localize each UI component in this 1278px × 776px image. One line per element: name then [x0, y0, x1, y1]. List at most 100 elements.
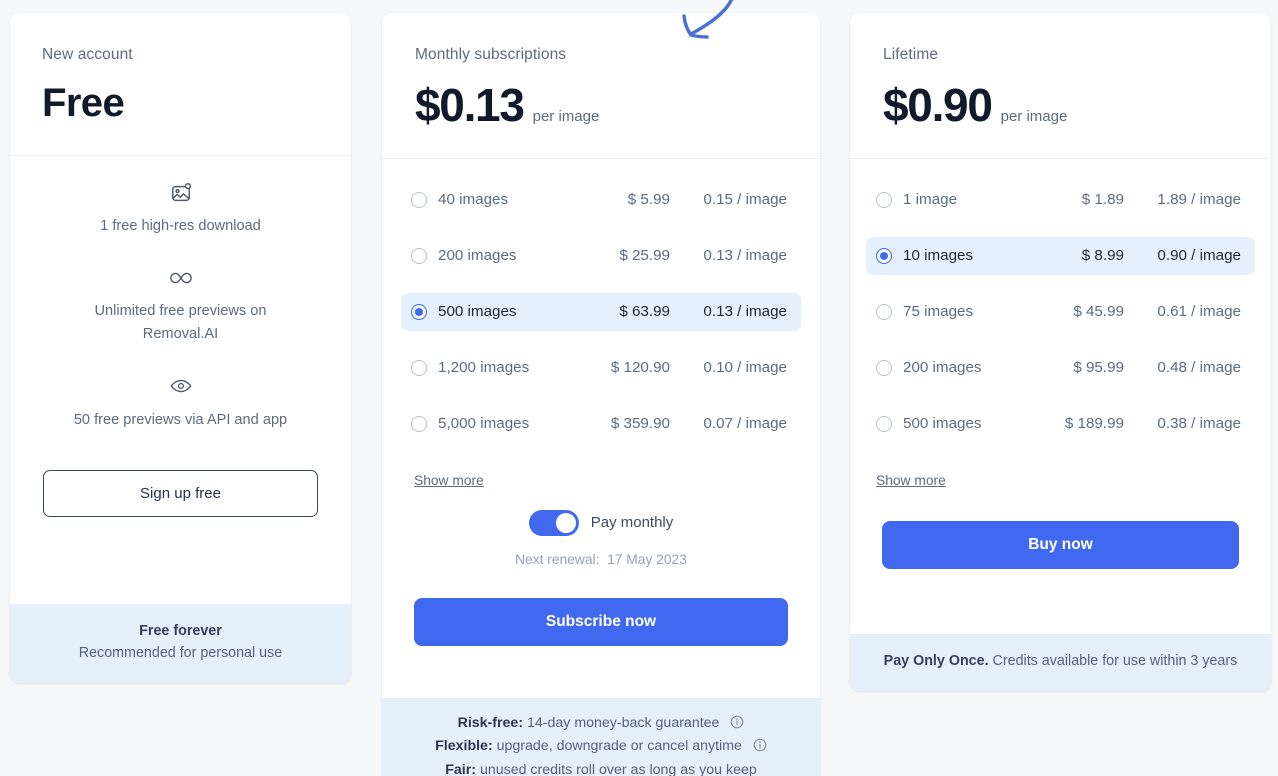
free-cta-wrap: Sign up free [10, 431, 351, 518]
image-icon [28, 182, 333, 204]
option-name: 200 images [438, 247, 517, 265]
option-unit-price: 0.61 / image [1157, 303, 1241, 321]
feature-item: 1 free high-res download [28, 182, 333, 238]
monthly-card-header: Monthly subscriptions $0.13 per image [382, 13, 820, 159]
monthly-option-list: 40 images $ 5.99 0.15 / image 200 images… [382, 159, 820, 490]
option-price: $ 45.99 [1073, 303, 1124, 321]
option-price: $ 5.99 [627, 191, 670, 209]
monthly-plan-label: Monthly subscriptions [415, 46, 567, 63]
guarantee-line: Risk-free: 14-day money-back guarantee [396, 712, 806, 735]
radio-icon[interactable] [411, 247, 427, 264]
pricing-page: New account Free 1 free high-res downloa… [0, 0, 1278, 776]
option-price: $ 63.99 [619, 303, 670, 321]
option-name: 75 images [903, 303, 974, 321]
radio-icon[interactable] [411, 359, 427, 376]
lifetime-card-footnote: Pay Only Once. Credits available for use… [850, 633, 1271, 691]
feature-item: Unlimited free previews on Removal.AI [28, 267, 333, 345]
option-price: $ 359.90 [610, 415, 670, 433]
option-price: $ 25.99 [619, 247, 670, 265]
option-row[interactable]: 1 image $ 1.89 1.89 / image [866, 181, 1255, 219]
buy-now-button[interactable]: Buy now [882, 520, 1239, 569]
guarantee-bold: Fair: [445, 761, 476, 776]
lifetime-plan-label: Lifetime [883, 46, 939, 63]
lifetime-option-list: 1 image $ 1.89 1.89 / image 10 images $ … [850, 159, 1271, 490]
next-renewal-date: 17 May 2023 [607, 551, 687, 567]
radio-icon[interactable] [876, 359, 892, 376]
option-price: $ 95.99 [1073, 359, 1124, 377]
toggle-knob [555, 512, 576, 533]
option-unit-price: 1.89 / image [1157, 191, 1241, 209]
sign-up-free-button[interactable]: Sign up free [43, 470, 318, 518]
info-icon[interactable] [730, 714, 744, 729]
guarantee-bold: Risk-free: [457, 715, 524, 732]
monthly-price-unit: per image [532, 107, 600, 125]
monthly-price-row: $0.13 per image [415, 82, 788, 128]
guarantee-bold: Flexible: [435, 738, 493, 755]
info-icon[interactable] [753, 737, 767, 752]
pay-monthly-label: Pay monthly [590, 514, 674, 532]
option-row-selected[interactable]: 10 images $ 8.99 0.90 / image [866, 236, 1255, 275]
option-row[interactable]: 5,000 images $ 359.90 0.07 / image [401, 405, 801, 443]
free-footnote-bold: Free forever [139, 622, 222, 639]
guarantee-text: unused credits roll over as long as you … [479, 761, 757, 776]
eye-icon [28, 376, 333, 398]
option-name: 500 images [438, 303, 517, 321]
option-row[interactable]: 1,200 images $ 120.90 0.10 / image [401, 349, 801, 387]
radio-icon-selected[interactable] [411, 303, 427, 320]
option-unit-price: 0.38 / image [1157, 415, 1241, 433]
lifetime-footnote-text: Credits available for use within 3 years [992, 652, 1238, 669]
option-row[interactable]: 75 images $ 45.99 0.61 / image [866, 293, 1255, 331]
option-name: 1 image [903, 191, 958, 209]
guarantee-line: Flexible: upgrade, downgrade or cancel a… [396, 735, 806, 758]
plan-card-lifetime: Lifetime $0.90 per image 1 image $ 1.89 … [850, 13, 1271, 691]
feature-text: Unlimited free previews on Removal.AI [94, 303, 267, 342]
option-price: $ 120.90 [610, 359, 670, 377]
radio-icon[interactable] [411, 191, 427, 208]
subscribe-now-button[interactable]: Subscribe now [414, 597, 788, 646]
option-name: 40 images [438, 191, 509, 209]
option-unit-price: 0.07 / image [703, 415, 787, 433]
lifetime-price: $0.90 [883, 78, 993, 131]
radio-icon[interactable] [876, 191, 892, 208]
option-price: $ 1.89 [1081, 191, 1124, 209]
radio-icon[interactable] [876, 415, 892, 432]
free-plan-label: New account [42, 46, 133, 63]
free-card-footnote: Free forever Recommended for personal us… [10, 603, 351, 683]
pay-monthly-toggle-row: Pay monthly [382, 509, 820, 536]
free-price-row: Free [42, 80, 319, 125]
option-unit-price: 0.90 / image [1157, 247, 1241, 265]
lifetime-footnote-bold: Pay Only Once. [883, 652, 989, 669]
next-renewal-label: Next renewal: [515, 551, 600, 567]
free-price: Free [42, 80, 125, 125]
next-renewal: Next renewal: 17 May 2023 [382, 552, 820, 567]
option-name: 10 images [903, 247, 974, 265]
option-unit-price: 0.48 / image [1157, 359, 1241, 377]
guarantee-text: upgrade, downgrade or cancel anytime [496, 738, 742, 755]
guarantee-line: Fair: unused credits roll over as long a… [396, 759, 806, 776]
radio-icon-selected[interactable] [876, 247, 892, 264]
option-name: 200 images [903, 359, 982, 377]
option-name: 500 images [903, 415, 982, 433]
option-unit-price: 0.15 / image [703, 191, 787, 209]
option-unit-price: 0.13 / image [703, 303, 787, 321]
plan-card-monthly: Monthly subscriptions $0.13 per image 40… [382, 13, 820, 776]
plan-card-free: New account Free 1 free high-res downloa… [10, 13, 351, 683]
option-unit-price: 0.10 / image [703, 359, 787, 377]
radio-icon[interactable] [411, 415, 427, 432]
show-more-link-monthly[interactable]: Show more [414, 473, 484, 488]
option-unit-price: 0.13 / image [703, 247, 787, 265]
option-row[interactable]: 40 images $ 5.99 0.15 / image [401, 181, 801, 219]
option-row[interactable]: 200 images $ 95.99 0.48 / image [866, 349, 1255, 387]
guarantee-footer: Risk-free: 14-day money-back guarantee F… [382, 698, 820, 776]
option-row-selected[interactable]: 500 images $ 63.99 0.13 / image [401, 292, 801, 331]
lifetime-price-row: $0.90 per image [883, 82, 1239, 128]
infinity-icon [28, 267, 333, 289]
radio-icon[interactable] [876, 303, 892, 320]
feature-text: 50 free previews via API and app [73, 411, 288, 428]
option-row[interactable]: 500 images $ 189.99 0.38 / image [866, 405, 1255, 443]
free-feature-list: 1 free high-res download Unlimited free … [10, 156, 351, 431]
option-row[interactable]: 200 images $ 25.99 0.13 / image [401, 237, 801, 275]
pay-monthly-toggle[interactable] [528, 509, 579, 536]
option-name: 1,200 images [438, 359, 530, 377]
show-more-link-lifetime[interactable]: Show more [876, 473, 946, 488]
